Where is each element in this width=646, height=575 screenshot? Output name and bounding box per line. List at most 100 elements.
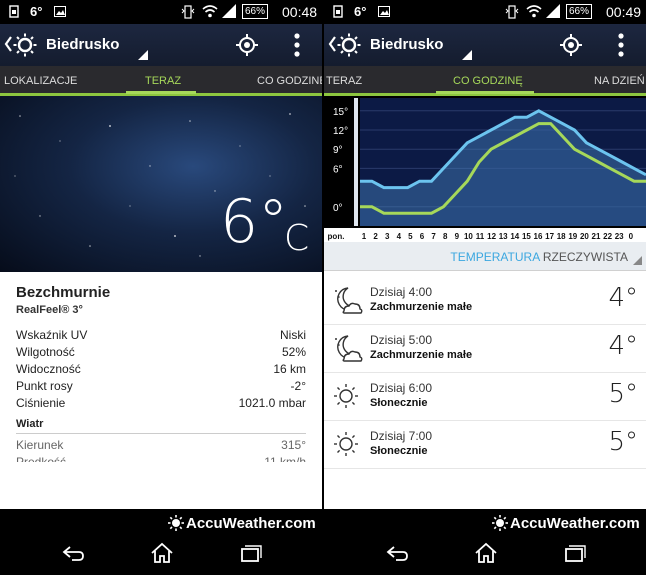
home-nav-icon[interactable] bbox=[474, 542, 498, 564]
active-tab-indicator bbox=[126, 91, 196, 94]
detail-row: Ciśnienie 1021.0 mbar bbox=[16, 396, 306, 413]
hourly-time: Dzisiaj 7:00 bbox=[370, 429, 433, 443]
back-nav-icon[interactable] bbox=[62, 545, 84, 561]
overflow-menu-icon[interactable] bbox=[618, 33, 624, 57]
dropdown-corner-icon[interactable] bbox=[138, 50, 148, 60]
selector-dropdown-icon[interactable] bbox=[633, 256, 642, 265]
location-title[interactable]: Biedrusko bbox=[46, 36, 119, 53]
tab-na-dzien[interactable]: NA DZIEŃ bbox=[594, 75, 645, 87]
dropdown-corner-icon[interactable] bbox=[462, 50, 472, 60]
chart-x-tick-label: 20 bbox=[580, 232, 589, 241]
hourly-row[interactable]: Dzisiaj 7:00 Słonecznie 5° bbox=[324, 421, 646, 469]
sim-card-icon bbox=[333, 5, 343, 18]
accuweather-sun-icon bbox=[168, 515, 184, 531]
chart-x-tick-label: 19 bbox=[568, 232, 577, 241]
recent-apps-nav-icon[interactable] bbox=[564, 545, 586, 563]
brand-text: AccuWeather.com bbox=[510, 515, 640, 532]
detail-label: Wskaźnik UV bbox=[16, 328, 88, 342]
location-title[interactable]: Biedrusko bbox=[370, 36, 443, 53]
chart-x-tick-label: 1 bbox=[362, 232, 367, 241]
home-nav-icon[interactable] bbox=[150, 542, 174, 564]
accuweather-brand: AccuWeather.com bbox=[492, 515, 640, 535]
chart-x-tick-label: 9 bbox=[455, 232, 460, 241]
hourly-description: Słonecznie bbox=[370, 445, 428, 457]
hourly-temperature: 5° bbox=[608, 427, 638, 457]
wifi-icon bbox=[526, 5, 542, 18]
chart-y-tick-label: 15° bbox=[333, 107, 348, 118]
image-notification-icon bbox=[54, 6, 66, 17]
chart-x-tick-label: 7 bbox=[431, 232, 436, 241]
hourly-temperature: 4° bbox=[608, 283, 638, 313]
accuweather-sun-icon bbox=[492, 515, 508, 531]
tab-teraz[interactable]: TERAZ bbox=[145, 75, 181, 87]
recent-apps-nav-icon[interactable] bbox=[240, 545, 262, 563]
hourly-description: Zachmurzenie małe bbox=[370, 301, 473, 313]
detail-label: Ciśnienie bbox=[16, 396, 66, 410]
hourly-temperature: 4° bbox=[608, 331, 638, 361]
navigation-bar: AccuWeather.com bbox=[0, 509, 322, 575]
tab-teraz[interactable]: TERAZ bbox=[326, 75, 362, 87]
chart-x-tick-label: 14 bbox=[510, 232, 519, 241]
realfeel-label: RealFeel® 3° bbox=[16, 304, 83, 316]
right-screen: 6° 66% 00:49 Biedrusko TERAZ CO GODZINĘ … bbox=[324, 0, 646, 575]
hourly-description: Zachmurzenie małe bbox=[370, 349, 473, 361]
chart-selector[interactable]: TEMPERATURA RZECZYWISTA bbox=[324, 242, 646, 271]
hourly-chart-area: 15° 12° 9° 6° 0° pon. 1 2 3 4 5 6 7 8 9 10 11 12 13 14 15 16 1… bbox=[324, 96, 646, 242]
app-bar: Biedrusko bbox=[324, 24, 646, 66]
navigation-bar: AccuWeather.com bbox=[324, 509, 646, 575]
left-screen: 6° 66% 00:48 Biedrusko LOKALIZACJE TERAZ… bbox=[0, 0, 322, 575]
wind-value: 315° bbox=[281, 438, 306, 452]
hourly-time: Dzisiaj 5:00 bbox=[370, 333, 433, 347]
content-fade bbox=[0, 462, 322, 510]
chart-y-tick-label: 0° bbox=[333, 203, 343, 214]
active-tab-indicator bbox=[436, 91, 534, 94]
sun-icon bbox=[334, 384, 358, 408]
hourly-forecast-list: Dzisiaj 4:00 Zachmurzenie małe 4° Dzisia… bbox=[324, 277, 646, 510]
hourly-row[interactable]: Dzisiaj 4:00 Zachmurzenie małe 4° bbox=[324, 277, 646, 325]
hourly-row[interactable]: Dzisiaj 5:00 Zachmurzenie małe 4° bbox=[324, 325, 646, 373]
image-notification-icon bbox=[378, 6, 390, 17]
locate-icon[interactable] bbox=[236, 34, 258, 56]
chart-y-tick-label: 6° bbox=[333, 164, 343, 175]
back-chevron-icon[interactable] bbox=[328, 36, 336, 52]
wind-row: Kierunek 315° bbox=[16, 438, 306, 455]
tab-lokalizacje[interactable]: LOKALIZACJE bbox=[4, 75, 77, 87]
tab-co-godzine[interactable]: CO GODZINĘ bbox=[257, 75, 322, 87]
status-time: 00:49 bbox=[606, 4, 642, 20]
status-time: 00:48 bbox=[282, 4, 318, 20]
signal-icon bbox=[222, 4, 236, 18]
hourly-time: Dzisiaj 6:00 bbox=[370, 381, 433, 395]
section-divider bbox=[16, 433, 306, 434]
sun-logo-icon bbox=[337, 33, 361, 57]
tab-co-godzine[interactable]: CO GODZINĘ bbox=[453, 75, 523, 87]
moon-cloud-icon bbox=[335, 287, 363, 314]
chart-x-tick-label: 11 bbox=[476, 232, 485, 241]
detail-row: Punkt rosy -2° bbox=[16, 379, 306, 396]
status-temp: 6° bbox=[354, 4, 367, 19]
condition-title: Bezchmurnie bbox=[16, 284, 111, 301]
wifi-icon bbox=[202, 5, 218, 18]
detail-label: Punkt rosy bbox=[16, 379, 73, 393]
chart-x-tick-label: 6 bbox=[420, 232, 425, 241]
wind-heading: Wiatr bbox=[16, 418, 44, 430]
back-nav-icon[interactable] bbox=[386, 545, 408, 561]
wind-label: Kierunek bbox=[16, 438, 64, 452]
status-temp: 6° bbox=[30, 4, 43, 19]
chart-x-tick-label: pon. bbox=[328, 232, 345, 241]
overflow-menu-icon[interactable] bbox=[294, 33, 300, 57]
selector-value[interactable]: RZECZYWISTA bbox=[543, 250, 628, 264]
signal-icon bbox=[546, 4, 560, 18]
detail-label: Wilgotność bbox=[16, 345, 75, 359]
back-chevron-icon[interactable] bbox=[4, 36, 12, 52]
status-bar: 6° 66% 00:48 bbox=[0, 0, 322, 24]
chart-y-tick-label: 9° bbox=[333, 145, 343, 156]
hourly-row[interactable]: Dzisiaj 6:00 Słonecznie 5° bbox=[324, 373, 646, 421]
locate-icon[interactable] bbox=[560, 34, 582, 56]
hourly-description: Słonecznie bbox=[370, 397, 428, 409]
tab-bar: TERAZ CO GODZINĘ NA DZIEŃ bbox=[324, 66, 646, 96]
sim-card-icon bbox=[9, 5, 19, 18]
selector-label[interactable]: TEMPERATURA bbox=[450, 250, 539, 264]
chart-y-axis-bar bbox=[354, 98, 358, 226]
battery-indicator: 66% bbox=[566, 4, 593, 19]
battery-indicator: 66% bbox=[242, 4, 269, 19]
